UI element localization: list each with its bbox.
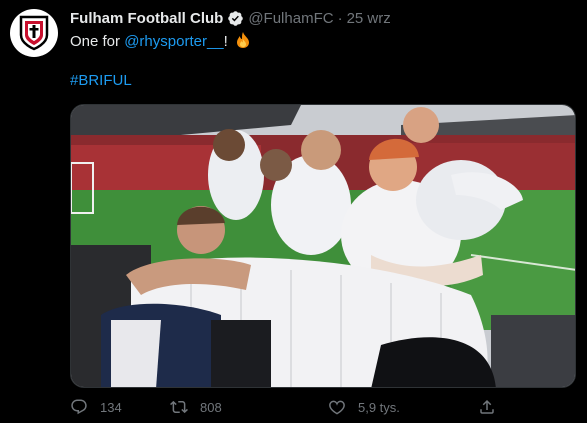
tweet-date[interactable]: 25 wrz: [347, 10, 391, 27]
tweet-text-suffix: !: [223, 33, 228, 50]
retweet-button[interactable]: 808: [170, 398, 222, 416]
like-count: 5,9 tys.: [358, 399, 400, 415]
reply-icon: [71, 399, 87, 415]
verified-badge-icon: [227, 10, 244, 27]
share-button[interactable]: [478, 398, 508, 416]
separator-dot: ·: [337, 9, 343, 27]
retweet-icon: [170, 400, 188, 414]
tweet-text-prefix: One for: [70, 33, 125, 50]
tweet-actions: 134 808 5,9 tys.: [70, 398, 510, 422]
fulham-crest-icon: [19, 15, 49, 51]
retweet-count: 808: [200, 399, 222, 415]
author-name[interactable]: Fulham Football Club: [70, 10, 223, 27]
tweet-text: One for @rhysporter__!: [70, 32, 250, 50]
avatar-fulham-crest[interactable]: [10, 9, 58, 57]
hashtag-link[interactable]: #BRIFUL: [70, 72, 132, 89]
like-button[interactable]: 5,9 tys.: [328, 398, 400, 416]
like-icon: [329, 400, 345, 415]
fire-emoji-icon: [236, 32, 250, 48]
reply-button[interactable]: 134: [70, 398, 122, 416]
mention-link[interactable]: @rhysporter__: [124, 33, 223, 50]
share-icon: [480, 399, 494, 414]
tweet-header: Fulham Football Club @FulhamFC · 25 wrz: [70, 8, 577, 28]
celebration-photo: [71, 105, 575, 387]
author-handle[interactable]: @FulhamFC: [248, 10, 333, 27]
reply-count: 134: [100, 399, 122, 415]
tweet-photo[interactable]: [70, 104, 576, 388]
